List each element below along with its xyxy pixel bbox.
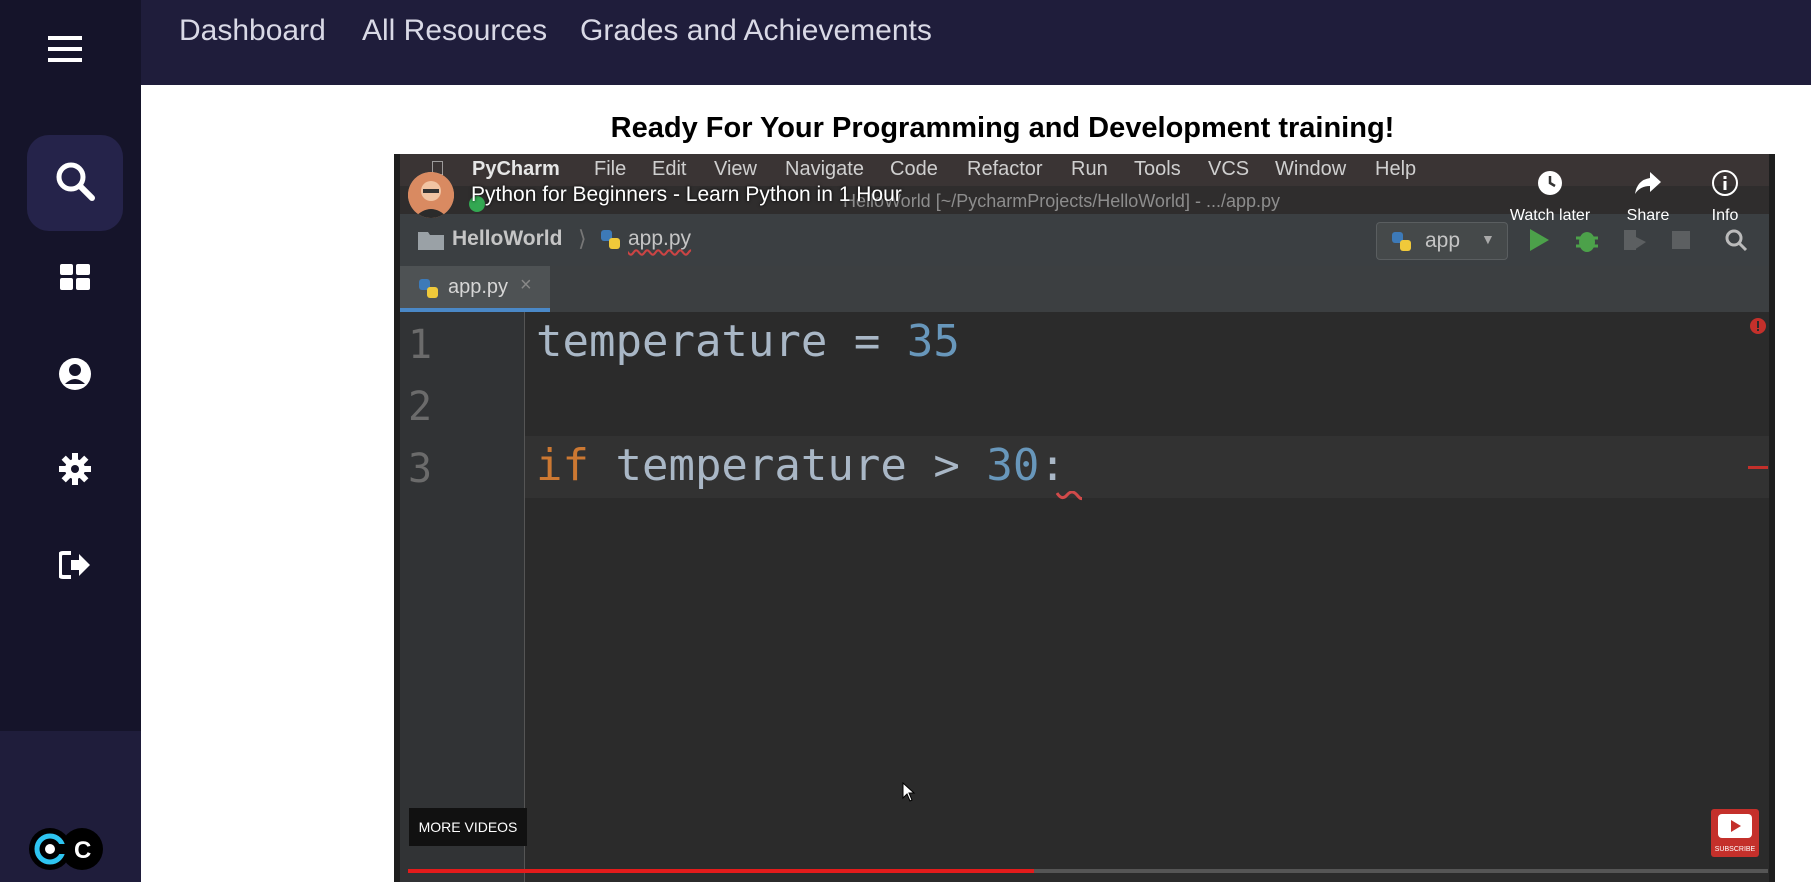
stop-icon	[1672, 231, 1690, 254]
tab-app-py: app.py ×	[400, 266, 550, 312]
search-nav-item[interactable]	[27, 135, 123, 231]
dashboard-icon[interactable]	[48, 250, 102, 304]
video-progress-fill	[408, 869, 1034, 873]
line-number: 3	[408, 446, 433, 492]
logout-icon[interactable]	[48, 538, 102, 592]
close-icon: ×	[520, 274, 532, 296]
video-progress-bar[interactable]	[408, 869, 1768, 873]
chevron-down-icon: ▼	[1481, 231, 1495, 247]
debug-icon	[1574, 226, 1600, 259]
window-title: HelloWorld [~/PycharmProjects/HelloWorld…	[843, 191, 1280, 211]
error-squiggle-icon	[1055, 488, 1084, 506]
page-title: Ready For Your Programming and Developme…	[610, 112, 1395, 144]
nav-all-resources[interactable]: All Resources	[362, 14, 547, 48]
run-config-label: app	[1425, 229, 1461, 252]
code-token: temperature	[536, 316, 828, 367]
watch-later-label: Watch later	[1509, 207, 1591, 224]
python-icon	[1391, 231, 1413, 258]
video-frame:  PyCharm File Edit View Navigate Code R…	[400, 154, 1769, 882]
code-token: 30	[986, 440, 1040, 491]
video-title[interactable]: Python for Beginners - Learn Python in 1…	[471, 183, 902, 207]
mouse-cursor-icon	[902, 781, 916, 807]
menu-icon[interactable]	[38, 22, 92, 76]
code-line-1: temperature = 35	[536, 316, 960, 367]
code-token: if	[536, 440, 589, 491]
line-number: 2	[408, 384, 433, 430]
coverage-icon	[1622, 228, 1648, 257]
menu-item: VCS	[1208, 158, 1250, 180]
subscribe-button[interactable]: SUBSCRIBE	[1711, 809, 1759, 857]
share-icon	[1634, 172, 1662, 200]
menu-item: Window	[1275, 158, 1347, 180]
error-marker-icon	[1750, 318, 1766, 339]
menu-item: Help	[1375, 158, 1417, 180]
clock-icon	[1537, 171, 1563, 200]
code-token: =	[827, 316, 907, 367]
menu-item: Navigate	[785, 158, 864, 180]
menu-item: Code	[890, 158, 938, 180]
search-icon	[55, 161, 95, 206]
breadcrumb-project: HelloWorld	[452, 227, 563, 250]
subscribe-label: SUBSCRIBE	[1714, 846, 1756, 853]
logo-icon[interactable]: C	[28, 827, 104, 871]
menu-item: View	[714, 158, 757, 180]
nav-grades-achievements[interactable]: Grades and Achievements	[580, 14, 932, 48]
folder-icon	[418, 230, 444, 255]
editor-tabs: app.py ×	[400, 266, 1769, 312]
code-line-3: if temperature > 30:	[536, 440, 1066, 491]
menu-item: File	[594, 158, 627, 180]
svg-text:C: C	[74, 837, 91, 864]
run-icon	[1528, 228, 1550, 257]
channel-avatar[interactable]	[408, 172, 454, 218]
sidebar: C	[0, 0, 141, 882]
play-icon	[1717, 813, 1753, 844]
code-editor: 1 2 3 temperature = 35 if temperature > …	[400, 312, 1769, 882]
breadcrumb-separator-icon: ⟩	[578, 226, 587, 251]
info-button[interactable]: Info	[1680, 170, 1770, 225]
code-token: temperature >	[588, 440, 987, 491]
user-icon[interactable]	[48, 347, 102, 401]
menu-item: Refactor	[967, 158, 1043, 180]
line-number: 1	[408, 322, 433, 368]
menu-item: Run	[1071, 158, 1108, 180]
python-file-icon	[418, 278, 440, 305]
info-label: Info	[1711, 207, 1739, 224]
more-videos-button[interactable]: MORE VIDEOS	[409, 808, 527, 846]
sidebar-footer: C	[0, 731, 141, 882]
info-icon	[1712, 170, 1738, 200]
tab-label: app.py	[448, 276, 509, 298]
gear-icon[interactable]	[48, 442, 102, 496]
python-file-icon	[600, 229, 622, 256]
error-stripe-icon	[1748, 466, 1768, 469]
ide-search-icon	[1724, 228, 1748, 257]
app-name: PyCharm	[472, 158, 560, 180]
nav-dashboard[interactable]: Dashboard	[179, 14, 326, 48]
code-token: 35	[906, 316, 960, 367]
line-gutter: 1 2 3	[400, 312, 525, 882]
menu-item: Edit	[652, 158, 687, 180]
breadcrumb-file: app.py	[628, 227, 692, 250]
watch-later-button[interactable]: Watch later	[1505, 170, 1595, 225]
menu-item: Tools	[1134, 158, 1181, 180]
top-navbar: Dashboard All Resources Grades and Achie…	[141, 0, 1811, 85]
run-config-select: app ▼	[1376, 222, 1508, 260]
video-player[interactable]:  PyCharm File Edit View Navigate Code R…	[394, 154, 1775, 882]
code-token: :	[1039, 440, 1066, 491]
